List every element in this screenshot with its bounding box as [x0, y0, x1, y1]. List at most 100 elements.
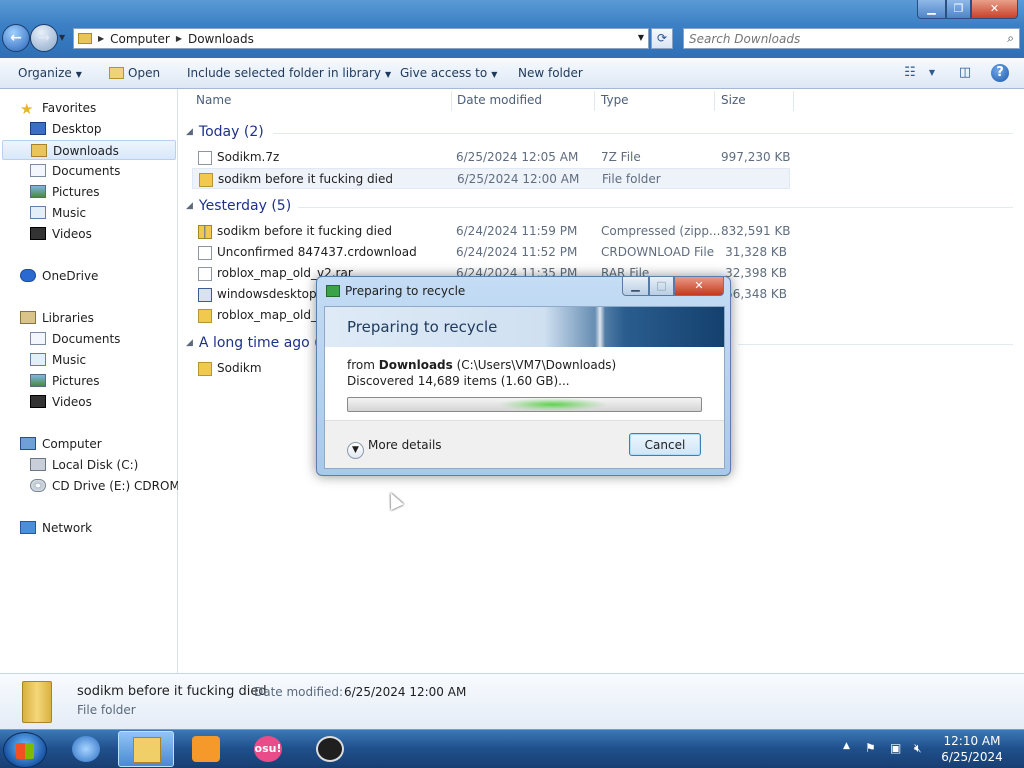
new-folder-button[interactable]: New folder: [518, 66, 583, 80]
nav-label: Documents: [52, 164, 121, 178]
action-center-flag-icon[interactable]: ⚑: [865, 741, 876, 755]
system-clock[interactable]: 12:10 AM 6/25/2024: [940, 733, 1004, 765]
nav-lib-videos[interactable]: Videos: [30, 392, 92, 412]
dialog-close-button[interactable]: ✕: [674, 277, 724, 296]
help-icon[interactable]: ?: [991, 64, 1009, 82]
nav-lib-music[interactable]: Music: [30, 350, 86, 370]
network-tray-icon[interactable]: ▣: [890, 741, 901, 755]
music-icon: [30, 206, 46, 219]
taskbar-obs[interactable]: [302, 731, 358, 767]
restore-button[interactable]: ❐: [946, 0, 971, 19]
column-divider[interactable]: [714, 91, 715, 111]
search-icon[interactable]: ⌕: [1007, 31, 1014, 46]
source-folder-path: (C:\Users\VM7\Downloads): [456, 358, 617, 372]
recycle-progress-dialog: Preparing to recycle ▁ □ ✕ Preparing to …: [316, 276, 731, 476]
column-divider[interactable]: [594, 91, 595, 111]
open-icon: [109, 67, 124, 79]
nav-documents[interactable]: Documents: [30, 161, 120, 181]
forward-button[interactable]: →: [30, 24, 58, 52]
nav-label: Videos: [52, 395, 92, 409]
nav-pictures[interactable]: Pictures: [30, 182, 100, 202]
taskbar-media-player[interactable]: [178, 731, 234, 767]
nav-network[interactable]: Network: [20, 518, 92, 538]
back-button[interactable]: ←: [2, 24, 30, 52]
nav-videos[interactable]: Videos: [30, 224, 92, 244]
taskbar-windows-explorer[interactable]: [118, 731, 174, 767]
group-header-long-ago[interactable]: ◢ A long time ago (: [186, 335, 320, 351]
nav-desktop[interactable]: Desktop: [30, 119, 102, 139]
dialog-minimize-button[interactable]: ▁: [622, 277, 649, 296]
more-details-toggle[interactable]: ▼ More details: [347, 438, 442, 459]
open-button[interactable]: Open: [109, 66, 160, 80]
nav-downloads[interactable]: Downloads: [2, 140, 176, 160]
nav-libraries[interactable]: Libraries: [20, 308, 94, 328]
nav-computer[interactable]: Computer: [20, 434, 102, 454]
recent-pages-dropdown[interactable]: ▼: [59, 33, 65, 42]
internet-explorer-icon: [72, 736, 100, 762]
column-divider[interactable]: [793, 91, 794, 111]
taskbar-internet-explorer[interactable]: [58, 731, 114, 767]
arrow-left-icon: ←: [10, 30, 22, 46]
nav-lib-documents[interactable]: Documents: [30, 329, 120, 349]
chevron-down-icon: ▼: [347, 442, 364, 459]
chevron-right-icon[interactable]: ▶: [176, 34, 182, 43]
nav-favorites[interactable]: ★ Favorites: [20, 98, 96, 118]
taskbar-osu[interactable]: osu!: [240, 731, 296, 767]
file-row[interactable]: sodikm before it fucking died 6/24/2024 …: [192, 221, 791, 242]
dialog-header-banner: Preparing to recycle: [325, 307, 724, 347]
file-date: 6/24/2024 11:59 PM: [456, 224, 578, 238]
breadcrumb-computer[interactable]: Computer: [110, 32, 170, 46]
nav-music[interactable]: Music: [30, 203, 86, 223]
column-header-date[interactable]: Date modified: [457, 93, 542, 107]
search-box[interactable]: ⌕: [683, 28, 1020, 49]
nav-local-disk[interactable]: Local Disk (C:): [30, 455, 138, 475]
details-pane: sodikm before it fucking died Date modif…: [0, 673, 1024, 729]
column-header-name[interactable]: Name: [196, 93, 231, 107]
file-name: windowsdesktop-r: [217, 287, 326, 301]
minimize-button[interactable]: ▁: [917, 0, 946, 19]
organize-label: Organize: [18, 66, 72, 80]
group-header-yesterday[interactable]: ◢ Yesterday (5): [186, 198, 291, 214]
nav-lib-pictures[interactable]: Pictures: [30, 371, 100, 391]
nav-cd-drive[interactable]: CD Drive (E:) CDROM: [30, 476, 180, 496]
chevron-down-icon: ▼: [384, 70, 392, 79]
view-options-icon[interactable]: ☷: [901, 64, 919, 82]
organize-menu[interactable]: Organize ▼: [18, 66, 82, 80]
cancel-button[interactable]: Cancel: [629, 433, 701, 456]
show-hidden-icons-button[interactable]: ▲: [843, 741, 850, 751]
preview-pane-icon[interactable]: ◫: [956, 64, 974, 82]
dialog-heading: Preparing to recycle: [347, 318, 498, 336]
include-in-library-menu[interactable]: Include selected folder in library ▼: [187, 66, 391, 80]
column-header-size[interactable]: Size: [721, 93, 746, 107]
file-row[interactable]: Sodikm.7z 6/25/2024 12:05 AM 7Z File 997…: [192, 147, 791, 168]
desktop-icon: [30, 122, 46, 135]
refresh-button[interactable]: ⟳: [651, 28, 673, 49]
file-name: Sodikm: [217, 361, 262, 375]
open-label: Open: [128, 66, 161, 80]
breadcrumb-downloads[interactable]: Downloads: [188, 32, 254, 46]
videos-icon: [30, 227, 46, 240]
search-input[interactable]: [684, 29, 984, 48]
collapse-triangle-icon: ◢: [186, 127, 193, 137]
nav-label: Pictures: [52, 374, 100, 388]
chevron-down-icon[interactable]: ▼: [923, 64, 941, 82]
file-type: File folder: [602, 172, 661, 186]
volume-muted-icon[interactable]: 🔇︎: [914, 741, 922, 756]
column-divider[interactable]: [451, 91, 452, 111]
chevron-right-icon[interactable]: ▶: [98, 34, 104, 43]
osu-icon: osu!: [254, 736, 282, 762]
details-date-label: Date modified:: [254, 685, 344, 699]
cloud-icon: [20, 269, 36, 282]
details-date-value: 6/25/2024 12:00 AM: [344, 685, 467, 699]
libraries-icon: [20, 311, 36, 324]
chevron-down-icon[interactable]: ▼: [638, 33, 644, 42]
address-bar[interactable]: ▶ Computer ▶ Downloads ▼: [73, 28, 649, 49]
group-header-today[interactable]: ◢ Today (2): [186, 124, 264, 140]
file-row-selected[interactable]: sodikm before it fucking died 6/25/2024 …: [192, 168, 790, 189]
column-header-type[interactable]: Type: [601, 93, 629, 107]
start-button[interactable]: [3, 732, 47, 768]
nav-onedrive[interactable]: OneDrive: [20, 266, 98, 286]
close-button[interactable]: ✕: [971, 0, 1018, 19]
file-row[interactable]: Unconfirmed 847437.crdownload 6/24/2024 …: [192, 242, 790, 263]
give-access-menu[interactable]: Give access to ▼: [400, 66, 497, 80]
